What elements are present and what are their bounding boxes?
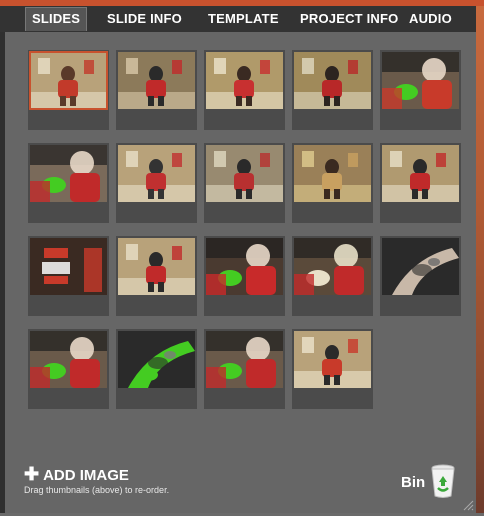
slide-thumbnail-cell	[380, 50, 461, 130]
resize-grip-icon[interactable]	[462, 498, 474, 511]
photo-neon-sign-image	[30, 238, 107, 295]
slide-thumbnail[interactable]	[294, 238, 371, 295]
slide-thumbnail-cell	[204, 50, 285, 130]
slide-thumbnail[interactable]	[118, 145, 195, 202]
recycle-bin-icon[interactable]	[430, 464, 456, 498]
photo-tattoo-arm-image	[118, 331, 195, 388]
photo-tattoo-studio-image	[30, 52, 107, 109]
slide-thumbnail[interactable]	[118, 331, 195, 388]
slide-thumbnail-cell	[116, 236, 197, 316]
photo-tattoo-studio-image	[382, 145, 459, 202]
slide-thumbnail[interactable]	[294, 331, 371, 388]
slide-thumbnail-cell	[116, 143, 197, 223]
photo-tattoo-studio-image	[206, 52, 283, 109]
photo-tattoo-arm-image	[382, 238, 459, 295]
slide-thumbnail[interactable]	[30, 238, 107, 295]
slides-panel: SLIDES SLIDE INFO TEMPLATE PROJECT INFO …	[0, 6, 476, 513]
slide-thumbnail-cell	[116, 50, 197, 130]
slide-thumbnail-cell	[116, 329, 197, 409]
photo-tattoo-studio-image	[118, 238, 195, 295]
slide-thumbnail-cell	[292, 329, 373, 409]
thumbnail-grid	[0, 6, 476, 426]
photo-tattoo-closeup-image	[206, 238, 283, 295]
slide-thumbnail[interactable]	[294, 145, 371, 202]
slide-thumbnail[interactable]	[118, 238, 195, 295]
slide-thumbnail[interactable]	[30, 331, 107, 388]
photo-tattoo-closeup-image	[30, 145, 107, 202]
photo-tattoo-studio-image	[206, 145, 283, 202]
slide-thumbnail[interactable]	[206, 331, 283, 388]
slide-thumbnail[interactable]	[206, 238, 283, 295]
photo-tattoo-studio-image	[294, 331, 371, 388]
bin-label: Bin	[401, 474, 426, 491]
photo-tattoo-closeup-image	[382, 52, 459, 109]
slide-thumbnail-cell	[204, 329, 285, 409]
photo-tattoo-studio-image	[294, 52, 371, 109]
window-right-edge	[476, 6, 484, 513]
slide-thumbnail[interactable]	[206, 145, 283, 202]
plus-icon: ✚	[24, 464, 40, 484]
reorder-hint: Drag thumbnails (above) to re-order.	[24, 485, 170, 495]
add-image-label: ADD IMAGE	[43, 467, 129, 484]
slide-thumbnail[interactable]	[294, 52, 371, 109]
slide-thumbnail[interactable]	[382, 238, 459, 295]
slide-thumbnail[interactable]	[118, 52, 195, 109]
photo-tattoo-studio-image	[118, 145, 195, 202]
slide-thumbnail-cell	[28, 329, 109, 409]
slide-thumbnail-cell	[380, 143, 461, 223]
photo-tattoo-closeup-image	[294, 238, 371, 295]
slide-thumbnail[interactable]	[30, 145, 107, 202]
slide-thumbnail[interactable]	[206, 52, 283, 109]
add-image-button[interactable]: ✚ ADD IMAGE	[24, 464, 129, 485]
photo-tattoo-studio-image	[118, 52, 195, 109]
slide-thumbnail[interactable]	[382, 145, 459, 202]
slide-thumbnail-cell	[28, 236, 109, 316]
slide-thumbnail[interactable]	[29, 51, 108, 110]
slide-thumbnail-cell	[204, 143, 285, 223]
slide-thumbnail-cell	[292, 50, 373, 130]
slide-thumbnail-cell	[204, 236, 285, 316]
photo-tattoo-closeup-image	[206, 331, 283, 388]
photo-tattoo-closeup-image	[30, 331, 107, 388]
slide-thumbnail[interactable]	[382, 52, 459, 109]
slide-thumbnail-cell	[292, 236, 373, 316]
slide-thumbnail-cell	[292, 143, 373, 223]
slide-thumbnail-cell	[28, 50, 109, 130]
slide-thumbnail-cell	[28, 143, 109, 223]
photo-tattoo-studio-image	[294, 145, 371, 202]
slide-thumbnail-cell	[380, 236, 461, 316]
